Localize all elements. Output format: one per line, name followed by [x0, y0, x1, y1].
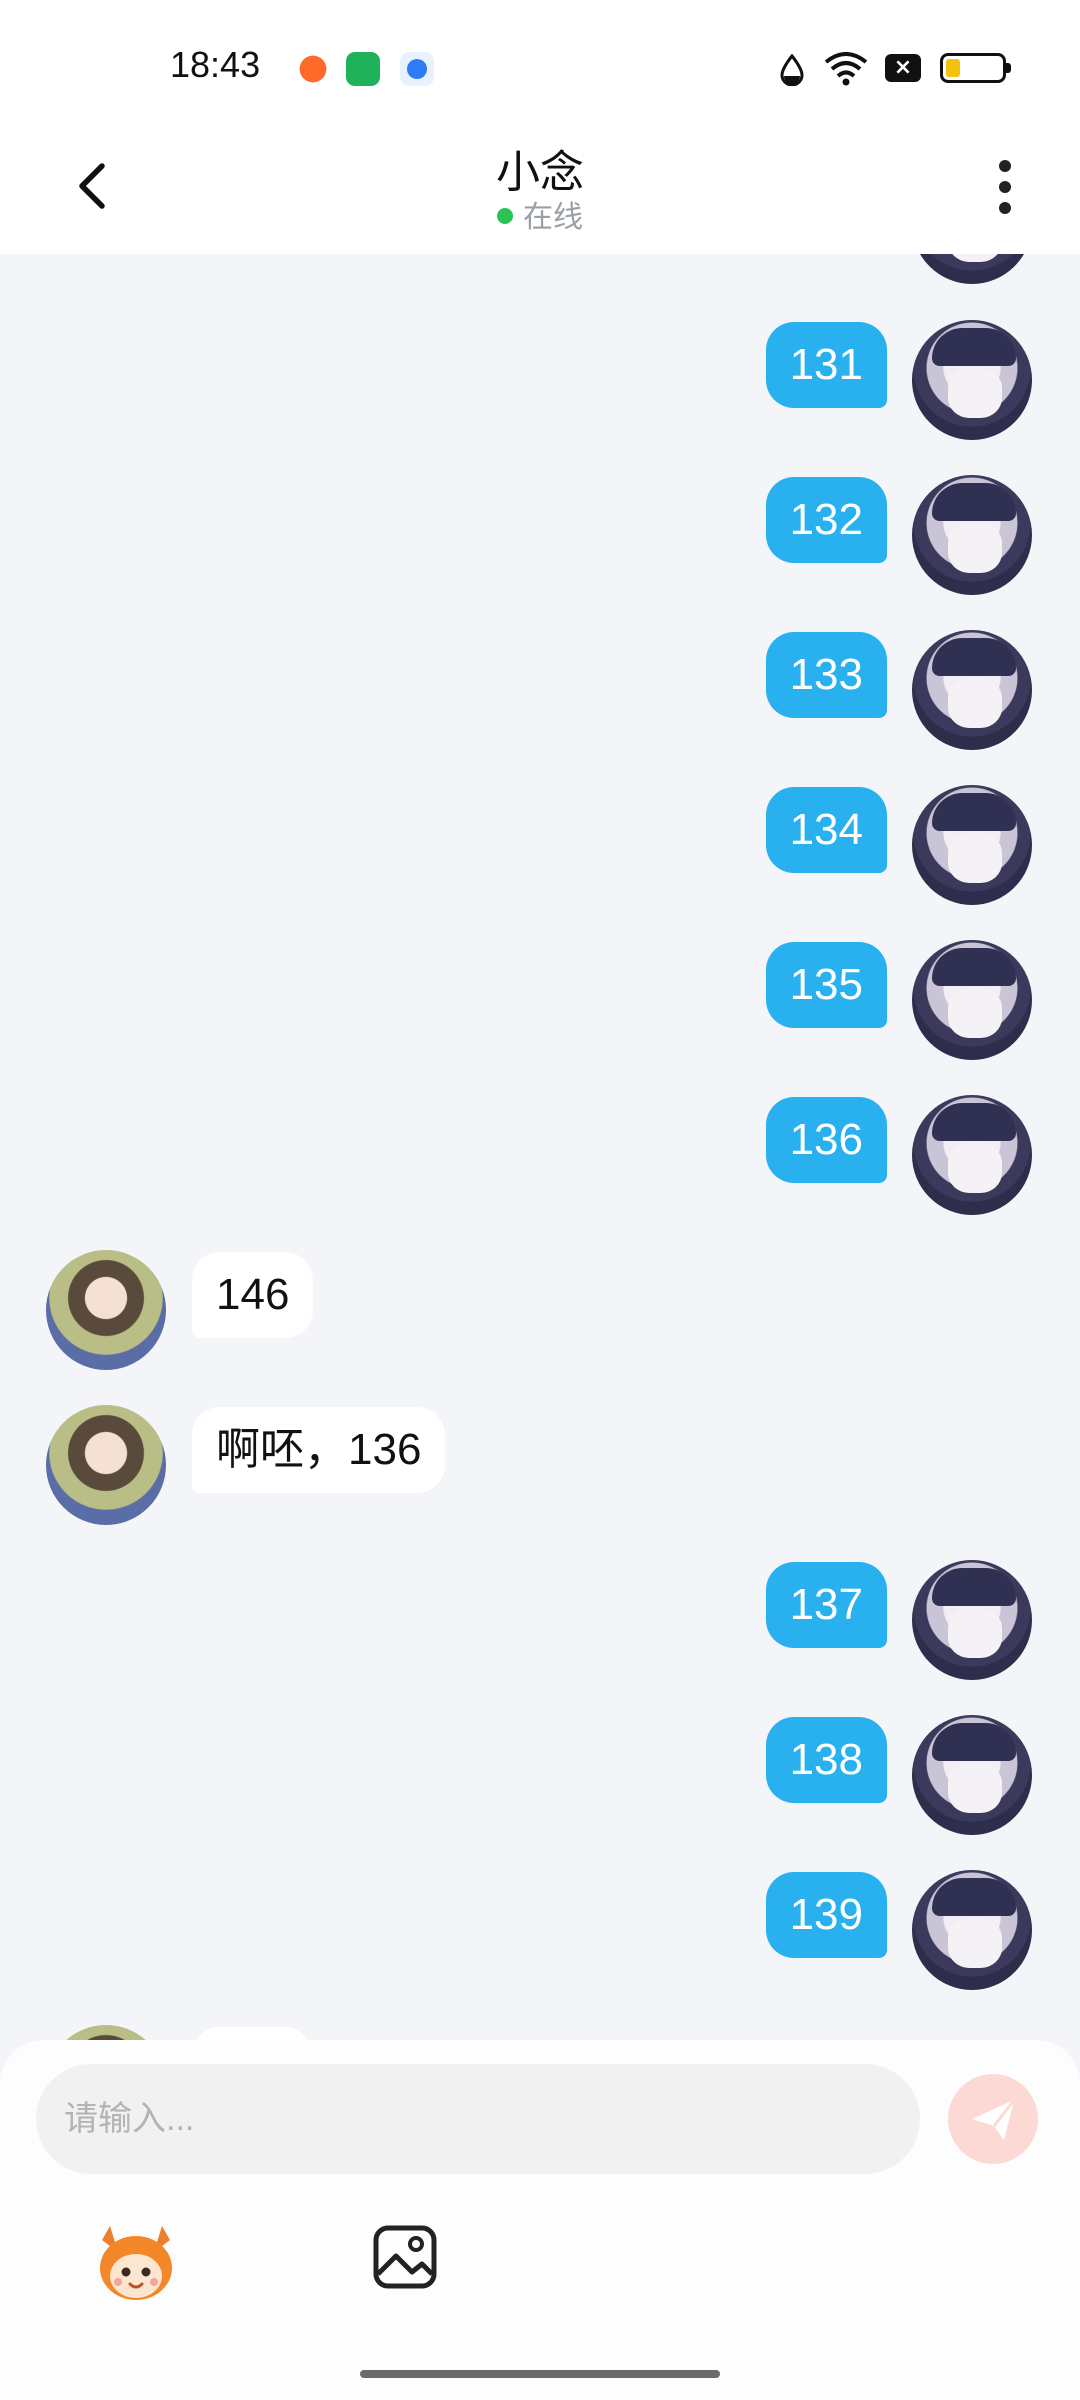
status-time: 18:43 [170, 44, 261, 85]
my-avatar[interactable] [912, 1095, 1032, 1215]
contact-avatar[interactable] [46, 2025, 166, 2040]
online-status-label: 在线 [523, 200, 583, 235]
more-vertical-icon[interactable] [990, 152, 1020, 222]
water-drop-icon [780, 54, 804, 86]
status-indicators: × [740, 40, 1080, 96]
send-icon [972, 2099, 1016, 2140]
my-avatar[interactable] [912, 1715, 1032, 1835]
my-avatar[interactable] [912, 940, 1032, 1060]
home-indicator[interactable] [360, 2370, 720, 2378]
contact-name: 小念 [496, 147, 584, 198]
message-bubble-received[interactable]: 啊呸，136 [192, 1407, 446, 1493]
message-bubble-sent[interactable]: 135 [765, 942, 887, 1028]
my-avatar[interactable] [912, 1870, 1032, 1990]
online-status: 在线 [0, 192, 1080, 236]
message-list[interactable]: 131 132 133 134 135 136 146 啊呸，136 137 1… [0, 254, 1080, 2040]
status-app-icon [346, 52, 380, 86]
status-bar: 18:43 × [0, 0, 1080, 130]
message-bubble-received-partial [192, 2027, 312, 2040]
message-bubble-sent[interactable]: 137 [765, 1562, 887, 1648]
battery-level [946, 59, 960, 77]
input-bar [0, 2040, 1080, 2400]
message-bubble-sent[interactable]: 131 [765, 322, 887, 408]
message-bubble-received[interactable]: 146 [192, 1252, 314, 1338]
chat-header: 小念 在线 [0, 130, 1080, 254]
emoji-mascot-icon[interactable] [92, 2218, 180, 2306]
my-avatar[interactable] [912, 254, 1032, 284]
no-sim-icon: × [885, 54, 921, 82]
message-bubble-sent[interactable]: 138 [765, 1717, 887, 1803]
battery-icon [940, 53, 1011, 83]
contact-avatar[interactable] [46, 1250, 166, 1370]
message-bubble-sent[interactable]: 132 [765, 477, 887, 563]
message-bubble-sent[interactable]: 139 [765, 1872, 887, 1958]
message-bubble-sent[interactable]: 136 [765, 1097, 887, 1183]
my-avatar[interactable] [912, 785, 1032, 905]
online-dot-icon [497, 207, 513, 224]
message-input[interactable] [36, 2064, 920, 2174]
my-avatar[interactable] [912, 1560, 1032, 1680]
status-app-icon [296, 52, 330, 86]
status-app-icon [400, 52, 434, 86]
my-avatar[interactable] [912, 630, 1032, 750]
wifi-icon [824, 52, 868, 86]
message-bubble-sent[interactable]: 134 [765, 787, 887, 873]
send-button[interactable] [948, 2074, 1038, 2164]
my-avatar[interactable] [912, 475, 1032, 595]
contact-avatar[interactable] [46, 1405, 166, 1525]
my-avatar[interactable] [912, 320, 1032, 440]
image-icon[interactable] [370, 2222, 440, 2292]
message-bubble-sent[interactable]: 133 [765, 632, 887, 718]
